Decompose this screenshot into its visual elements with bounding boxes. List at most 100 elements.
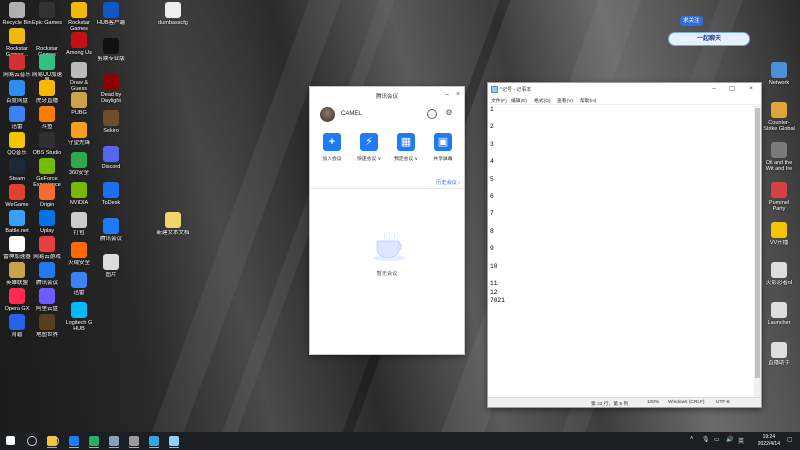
desktop-icon[interactable]: ToDesk (94, 182, 128, 212)
desktop-icon-label: Discord (101, 164, 121, 170)
desktop-icon-label: 迅雷 (73, 290, 85, 296)
taskbar-wechat[interactable] (86, 434, 102, 448)
message-icon[interactable]: … (427, 109, 437, 119)
desktop-icon[interactable]: 迅雷 (62, 272, 96, 302)
app-icon (71, 212, 87, 228)
taskbar-file-explorer[interactable] (44, 434, 60, 448)
desktop-icon[interactable]: 剪映专业版 (94, 38, 128, 68)
desktop-icon-label: 打包 (73, 230, 85, 236)
desktop-icon-label: 腾讯会议 (99, 236, 122, 242)
notification-icon[interactable]: ▢ (787, 436, 793, 443)
start-button[interactable] (3, 434, 19, 448)
desktop-icon[interactable]: 火影忍者ol (762, 262, 796, 292)
avatar[interactable] (320, 107, 335, 122)
desktop-icon[interactable]: 图片 (94, 254, 128, 284)
app-icon (71, 2, 87, 18)
text-line: 11 (490, 280, 498, 287)
join-meeting-button[interactable]: + 加入会议 (314, 133, 350, 162)
desktop-icon[interactable]: 守望先锋 (62, 122, 96, 152)
desktop-icon[interactable]: Dead by Daylight (94, 74, 128, 104)
app-icon (39, 28, 55, 44)
tencent-meeting-titlebar[interactable]: 腾讯会议 – × (310, 87, 464, 105)
desktop-icon-label: 图片 (105, 272, 117, 278)
schedule-meeting-button[interactable]: ▦ 预定会议 ∨ (388, 133, 424, 162)
notepad-titlebar[interactable]: *记号 - 记事本 – ☐ × (488, 83, 761, 96)
app-icon (39, 314, 55, 330)
notepad-text-area[interactable]: 1 2 3 4 5 6 7 8 9 10 11 12 7021 (490, 106, 753, 397)
taskbar-clock[interactable]: 19:24 2022/4/14 (758, 434, 780, 448)
desktop-icon[interactable]: Logitech G HUB (62, 302, 96, 332)
desktop-icon[interactable]: PUBG (62, 92, 96, 122)
minimize-icon[interactable]: – (708, 85, 720, 92)
desktop-icon[interactable]: VV开播 (762, 222, 796, 252)
menu-file[interactable]: 文件(F) (491, 97, 507, 104)
desktop-icon-label: Rockstar Games (68, 20, 90, 32)
app-icon (9, 314, 25, 330)
app-icon (103, 182, 119, 198)
app-icon (109, 436, 119, 446)
app-icon (771, 142, 787, 158)
desktop-icon[interactable]: Oil and the Wit and Ire (762, 142, 796, 172)
tray-volume-icon[interactable]: 🔊 (726, 436, 733, 443)
scrollbar-thumb[interactable] (755, 108, 760, 378)
search-button[interactable] (24, 434, 40, 448)
menu-view[interactable]: 查看(V) (557, 97, 573, 104)
desktop-icon[interactable]: Draw & Guess (62, 62, 96, 92)
taskbar-steam[interactable] (106, 434, 122, 448)
app-icon (89, 436, 99, 446)
cursor-position: 第 23 行，第 5 列 (591, 402, 629, 407)
app-icon (9, 236, 25, 252)
desktop-icon[interactable]: 腾讯会议 (94, 218, 128, 248)
desktop-icon[interactable]: 育碧 (0, 314, 34, 344)
app-icon (71, 92, 87, 108)
user-profile[interactable]: CAMEL … ⚙ (320, 107, 460, 123)
desktop-icon[interactable]: 新建文本文档 (156, 212, 190, 242)
tray-network-icon[interactable]: ▭ (714, 436, 720, 443)
gear-icon[interactable]: ⚙ (444, 109, 454, 119)
desktop-icon-label: Draw & Guess (69, 80, 89, 92)
app-icon (6, 436, 15, 445)
app-icon (27, 436, 37, 446)
menu-format[interactable]: 格式(O) (534, 97, 551, 104)
desktop-icon-label: 剪映专业版 (97, 56, 125, 62)
app-icon (69, 436, 79, 446)
vertical-scrollbar[interactable] (754, 106, 761, 397)
desktop-icon[interactable]: Discord (94, 146, 128, 176)
desktop-icon[interactable]: Pummel Party (762, 182, 796, 212)
share-screen-button[interactable]: ▣ 共享屏幕 (425, 133, 461, 162)
desktop-icon[interactable]: NVIDIA (62, 182, 96, 212)
desktop-icon[interactable]: Counter-Strike Global Off... (762, 102, 796, 132)
history-meetings-link[interactable]: 历史会议 › (436, 179, 460, 186)
desktop-icon[interactable]: Network (762, 62, 796, 92)
desktop-icon[interactable]: Launcher (762, 302, 796, 332)
desktop-icon[interactable]: dumbasscfg (156, 2, 190, 32)
close-icon[interactable]: × (456, 91, 460, 98)
desktop-icon[interactable]: 火绒安全 (62, 242, 96, 272)
tray-microphone-icon[interactable]: 🎙 (702, 436, 710, 443)
tray-ime-icon[interactable]: 英 (738, 436, 744, 445)
desktop-icon-label: Launcher (767, 320, 791, 326)
menu-help[interactable]: 帮助(H) (580, 97, 596, 104)
minimize-icon[interactable]: – (445, 91, 449, 98)
text-line: 6 (490, 193, 494, 200)
desktop-icon[interactable]: 直播助手 (762, 342, 796, 372)
maximize-icon[interactable]: ☐ (726, 85, 738, 93)
close-icon[interactable]: × (745, 85, 757, 92)
taskbar-notepad[interactable] (166, 434, 182, 448)
desktop-icon[interactable]: Sekiro (94, 110, 128, 140)
desktop-icon[interactable]: 打包 (62, 212, 96, 242)
tray-chevron-icon[interactable]: ˄ (690, 436, 694, 442)
desktop-icon[interactable]: 地图世界 (30, 314, 64, 344)
desktop-icon[interactable]: 360安全 (62, 152, 96, 182)
quick-meeting-button[interactable]: ⚡ 快速会议 ∨ (351, 133, 387, 162)
taskbar-obs[interactable] (126, 434, 142, 448)
clock-time: 19:24 (762, 434, 776, 440)
taskbar-edge[interactable] (146, 434, 162, 448)
desktop-icon[interactable]: Among Us (62, 32, 96, 62)
desktop-icon[interactable]: HUB客户端 (94, 2, 128, 32)
app-icon (71, 242, 87, 258)
desktop-icon[interactable]: Rockstar Games (62, 2, 96, 32)
app-icon (9, 28, 25, 44)
taskbar-tencent-meeting[interactable] (66, 434, 82, 448)
menu-edit[interactable]: 编辑(E) (511, 97, 527, 104)
